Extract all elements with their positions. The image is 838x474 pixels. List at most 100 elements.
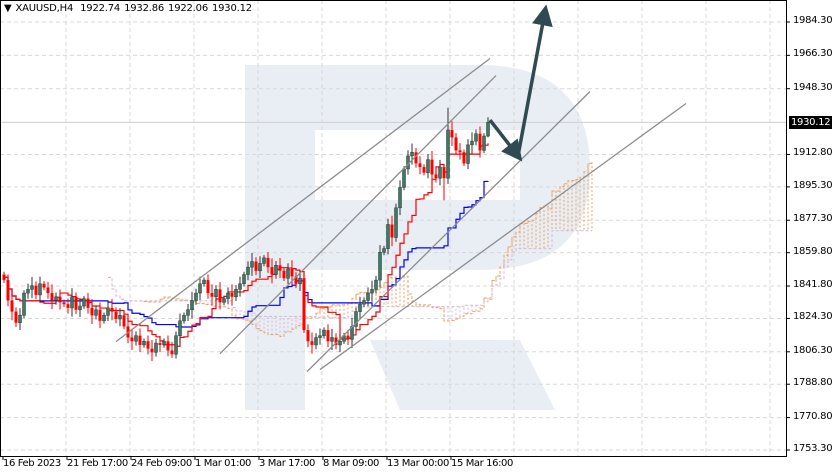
low-value: 1922.06 bbox=[168, 3, 208, 14]
x-axis-label: 13 Mar 00:00 bbox=[387, 458, 449, 469]
candle-bullish bbox=[234, 289, 238, 298]
candle-bearish bbox=[158, 343, 162, 345]
candle-bullish bbox=[26, 289, 30, 294]
watermark-leg bbox=[370, 340, 555, 410]
candle-bullish bbox=[134, 335, 138, 342]
candle-bullish bbox=[286, 268, 290, 279]
candle-bearish bbox=[170, 350, 174, 355]
candle-bearish bbox=[10, 300, 14, 312]
candle-bearish bbox=[166, 341, 170, 351]
candle-bearish bbox=[450, 130, 454, 138]
candle-bullish bbox=[82, 298, 86, 307]
y-axis-label: 1912.80 bbox=[793, 147, 833, 159]
candle-bearish bbox=[442, 167, 446, 179]
candle-bullish bbox=[18, 315, 22, 323]
candle-bullish bbox=[202, 279, 206, 285]
candle-bullish bbox=[318, 335, 322, 338]
candle-bearish bbox=[218, 289, 222, 303]
candle-bearish bbox=[390, 224, 394, 238]
y-axis-label: 1895.30 bbox=[793, 179, 833, 191]
candle-bullish bbox=[186, 309, 190, 316]
candle-bearish bbox=[90, 307, 94, 316]
candle-bullish bbox=[242, 274, 246, 285]
candle-bullish bbox=[118, 315, 122, 320]
candle-bearish bbox=[130, 337, 134, 342]
y-axis-label: 1770.80 bbox=[793, 410, 833, 422]
candle-bullish bbox=[410, 152, 414, 157]
candle-bullish bbox=[250, 261, 254, 268]
candle-bullish bbox=[366, 292, 370, 301]
y-axis-label: 1877.30 bbox=[793, 213, 833, 225]
candle-bullish bbox=[222, 298, 226, 303]
candle-bearish bbox=[138, 335, 142, 345]
candle-bearish bbox=[62, 302, 66, 305]
candle-bullish bbox=[322, 329, 326, 336]
candle-bearish bbox=[462, 152, 466, 164]
candle-bearish bbox=[254, 261, 258, 271]
x-axis-label: 8 Mar 09:00 bbox=[323, 458, 380, 469]
candle-bullish bbox=[38, 283, 42, 296]
candle-bearish bbox=[458, 150, 462, 153]
candle-bearish bbox=[270, 267, 274, 275]
candle-bullish bbox=[94, 309, 98, 316]
candle-bearish bbox=[58, 296, 62, 303]
x-axis-label: 1 Mar 01:00 bbox=[195, 458, 252, 469]
candle-bullish bbox=[246, 266, 250, 275]
candle-bearish bbox=[206, 280, 210, 294]
candle-bullish bbox=[358, 303, 362, 312]
x-axis-label: 24 Feb 09:00 bbox=[131, 458, 192, 469]
candle-bullish bbox=[54, 296, 58, 301]
y-axis-label: 1753.30 bbox=[793, 443, 833, 454]
candle-bullish bbox=[198, 283, 202, 294]
candle-bullish bbox=[182, 315, 186, 322]
candle-bearish bbox=[114, 311, 118, 320]
candle-bearish bbox=[430, 159, 434, 175]
candle-bearish bbox=[454, 137, 458, 151]
candle-bullish bbox=[22, 292, 26, 316]
candle-bullish bbox=[382, 248, 386, 253]
candle-bullish bbox=[142, 340, 146, 346]
x-axis-label: 3 Mar 17:00 bbox=[259, 458, 316, 469]
candle-bullish bbox=[174, 335, 178, 355]
candle-bearish bbox=[34, 285, 38, 295]
candle-bullish bbox=[486, 122, 490, 137]
candle-bullish bbox=[438, 166, 442, 179]
candle-bearish bbox=[422, 167, 426, 173]
candle-bearish bbox=[478, 133, 482, 151]
x-axis-label: 16 Feb 2023 bbox=[3, 458, 61, 469]
candle-bearish bbox=[50, 293, 54, 301]
price-chart[interactable] bbox=[0, 0, 838, 474]
candle-bullish bbox=[190, 300, 194, 310]
candle-bearish bbox=[326, 330, 330, 342]
candle-bullish bbox=[394, 207, 398, 238]
candle-bullish bbox=[362, 300, 366, 305]
high-value: 1932.86 bbox=[124, 3, 165, 14]
candle-bearish bbox=[6, 280, 10, 301]
open-value: 1922.74 bbox=[80, 3, 121, 14]
candle-bullish bbox=[238, 283, 242, 290]
candle-bullish bbox=[470, 140, 474, 146]
x-axis-label: 15 Mar 16:00 bbox=[451, 458, 513, 469]
candle-bearish bbox=[346, 335, 350, 340]
candle-bullish bbox=[474, 133, 478, 142]
y-axis-label: 1984.30 bbox=[793, 15, 833, 26]
collapse-triangle-icon[interactable]: ▼ bbox=[4, 3, 12, 14]
candle-bearish bbox=[434, 174, 438, 179]
chart-header: ▼ XAUUSD,H4 1922.74 1932.86 1922.06 1930.12 bbox=[4, 3, 256, 14]
current-price-tag: 1930.12 bbox=[789, 116, 833, 130]
y-axis-label: 1859.80 bbox=[793, 245, 833, 257]
candle-bullish bbox=[70, 296, 74, 309]
candle-bearish bbox=[282, 270, 286, 279]
candle-bearish bbox=[210, 293, 214, 297]
y-axis-label: 1966.30 bbox=[793, 48, 833, 60]
candle-bearish bbox=[46, 287, 50, 294]
candle-bearish bbox=[98, 309, 102, 321]
candle-bullish bbox=[214, 289, 218, 298]
symbol-label: XAUUSD,H4 bbox=[15, 3, 74, 14]
candle-bearish bbox=[110, 307, 114, 312]
candle-bullish bbox=[370, 289, 374, 294]
candle-bullish bbox=[226, 292, 230, 299]
candle-bearish bbox=[150, 348, 154, 353]
candle-bearish bbox=[310, 341, 314, 345]
watermark-logo bbox=[245, 65, 590, 410]
